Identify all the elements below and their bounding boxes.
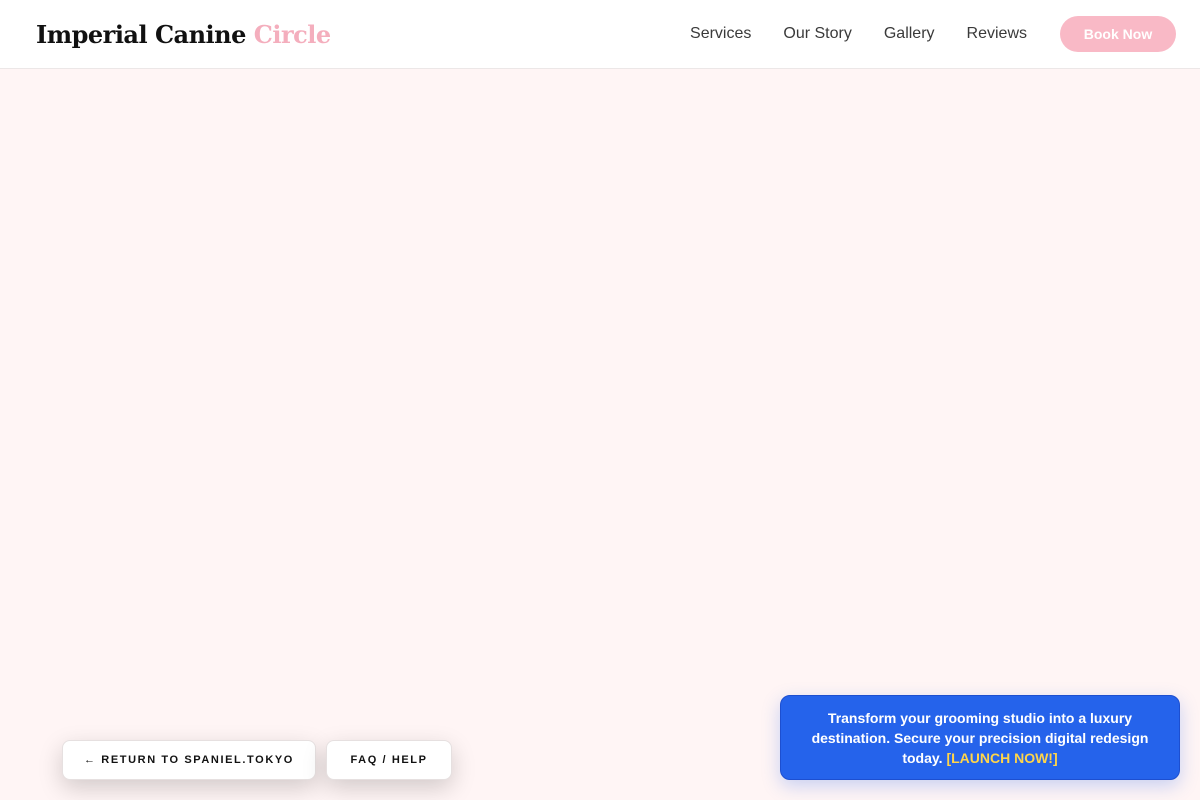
logo-text-accent: Circle [253, 19, 331, 49]
promo-cta-link[interactable]: [LAUNCH NOW!] [946, 750, 1057, 766]
logo-text-main: Imperial Canine [36, 19, 246, 49]
nav-link-gallery[interactable]: Gallery [884, 25, 935, 43]
nav-link-our-story[interactable]: Our Story [783, 25, 851, 43]
faq-help-button[interactable]: FAQ / HELP [326, 740, 452, 780]
nav-link-reviews[interactable]: Reviews [967, 25, 1027, 43]
site-header: Imperial Canine Circle Services Our Stor… [0, 0, 1200, 69]
return-to-site-button[interactable]: ← RETURN TO SPANIEL.TOKYO [62, 740, 316, 780]
nav-link-services[interactable]: Services [690, 25, 751, 43]
main-nav: Services Our Story Gallery Reviews Book … [690, 16, 1176, 52]
promo-banner[interactable]: Transform your grooming studio into a lu… [780, 695, 1180, 780]
book-now-button[interactable]: Book Now [1060, 16, 1176, 52]
site-logo[interactable]: Imperial Canine Circle [36, 20, 331, 49]
promo-message: Transform your grooming studio into a lu… [805, 708, 1155, 768]
